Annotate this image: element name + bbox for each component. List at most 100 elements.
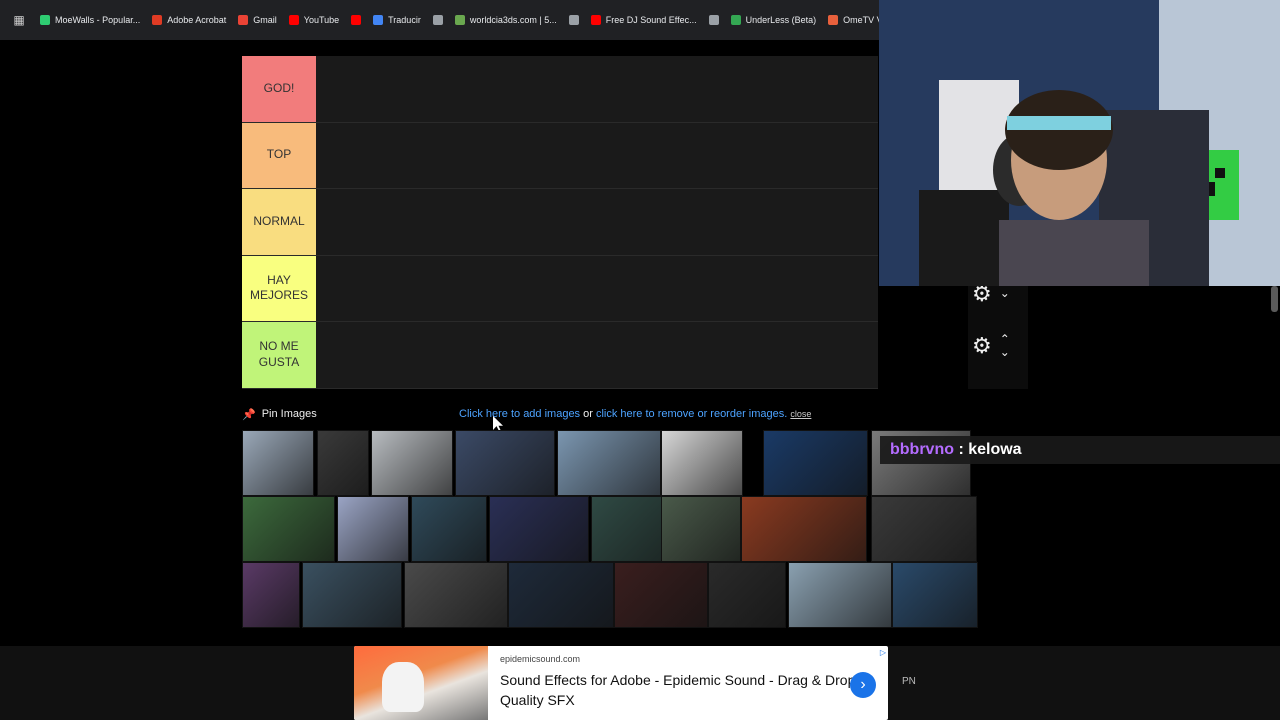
bookmark-item[interactable] xyxy=(427,8,449,32)
ad-choices-icon[interactable]: ▷ xyxy=(880,648,886,657)
plugin-thumbnail[interactable] xyxy=(708,562,786,628)
plugin-thumbnail[interactable] xyxy=(371,430,453,496)
ad-banner[interactable]: epidemicsound.com Sound Effects for Adob… xyxy=(354,646,888,720)
bookmark-label: Free DJ Sound Effec... xyxy=(605,15,697,25)
bookmark-label: MoeWalls - Popular... xyxy=(55,15,141,25)
tier-label[interactable]: TOP xyxy=(242,122,316,188)
image-pool xyxy=(242,430,980,680)
bookmark-favicon-icon xyxy=(730,15,741,25)
plugin-thumbnail[interactable] xyxy=(317,430,369,496)
plugin-thumbnail[interactable] xyxy=(661,430,743,496)
tier-label[interactable]: HAY MEJORES xyxy=(242,255,316,321)
tier-drop-zone[interactable] xyxy=(316,189,878,255)
webcam-overlay xyxy=(879,0,1280,286)
close-link[interactable]: close xyxy=(790,409,811,419)
bookmark-item[interactable]: Gmail xyxy=(232,8,283,32)
plugin-thumbnail[interactable] xyxy=(614,562,708,628)
chat-separator: : xyxy=(954,441,969,458)
plugin-thumbnail[interactable] xyxy=(508,562,614,628)
bookmark-label: Gmail xyxy=(253,15,277,25)
plugin-thumbnail[interactable] xyxy=(455,430,555,496)
tier-drop-zone[interactable] xyxy=(316,56,878,122)
add-images-link[interactable]: Click here to add images xyxy=(459,408,580,420)
bookmark-favicon-icon xyxy=(288,15,299,25)
bookmark-favicon-icon xyxy=(590,15,601,25)
bookmark-favicon-icon xyxy=(708,15,719,25)
reorder-images-link[interactable]: click here to remove or reorder images. xyxy=(596,408,787,420)
bookmark-item[interactable]: Traducir xyxy=(367,8,427,32)
ad-domain[interactable]: epidemicsound.com xyxy=(500,654,876,664)
bookmark-item[interactable] xyxy=(563,8,585,32)
plugin-thumbnail[interactable] xyxy=(741,496,867,562)
plugin-thumbnail[interactable] xyxy=(242,562,300,628)
bookmark-label: Adobe Acrobat xyxy=(167,15,227,25)
plugin-thumbnail[interactable] xyxy=(242,430,314,496)
bookmark-item[interactable]: YouTube xyxy=(283,8,345,32)
tier-drop-zone[interactable] xyxy=(316,322,878,388)
chevron-right-icon[interactable]: › xyxy=(850,672,876,698)
tier-label[interactable]: NO ME GUSTA xyxy=(242,322,316,388)
bookmark-favicon-icon xyxy=(373,15,384,25)
tier-label[interactable]: GOD! xyxy=(242,56,316,122)
tier-row-no-me-gusta: NO ME GUSTA xyxy=(242,322,878,389)
chat-username: bbbrvno xyxy=(890,441,954,458)
chevron-down-icon[interactable]: ⌄ xyxy=(1000,345,1010,359)
scrollbar-thumb[interactable] xyxy=(1271,286,1278,312)
tier-row-hay-mejores: HAY MEJORES xyxy=(242,255,878,322)
pin-images-row: 📌 Pin Images Click here to add images or… xyxy=(242,405,978,423)
bookmark-favicon-icon xyxy=(454,15,465,25)
tier-row-god: GOD! xyxy=(242,56,878,123)
image-actions: Click here to add images or click here t… xyxy=(459,408,811,420)
bookmark-item[interactable]: UnderLess (Beta) xyxy=(725,8,823,32)
plugin-thumbnail[interactable] xyxy=(661,496,741,562)
bookmark-item[interactable]: MoeWalls - Popular... xyxy=(34,8,146,32)
bookmark-favicon-icon xyxy=(40,15,50,25)
bookmark-favicon-icon xyxy=(351,15,362,25)
bookmark-favicon-icon xyxy=(568,15,579,25)
plugin-thumbnail[interactable] xyxy=(302,562,402,628)
plugin-thumbnail[interactable] xyxy=(788,562,892,628)
plugin-thumbnail[interactable] xyxy=(763,430,868,496)
bookmark-label: YouTube xyxy=(303,15,340,25)
bookmark-item[interactable] xyxy=(345,8,367,32)
gear-icon[interactable]: ⚙ xyxy=(972,333,992,359)
chevron-down-icon[interactable]: ⌄ xyxy=(1000,287,1010,300)
bookmark-label: Traducir xyxy=(388,15,421,25)
plugin-thumbnail[interactable] xyxy=(337,496,409,562)
tier-row-top: TOP xyxy=(242,122,878,189)
tier-table: GOD! TOP NORMAL HAY MEJORES NO ME GUSTA xyxy=(242,56,878,389)
bookmark-favicon-icon xyxy=(238,15,249,25)
tier-controls: ⚙ ⌄ ⚙ ⌃ ⌄ xyxy=(968,281,1028,389)
pn-label: PN xyxy=(902,676,916,687)
plugin-thumbnail[interactable] xyxy=(242,496,335,562)
bookmark-favicon-icon xyxy=(828,15,839,25)
chat-message: kelowa xyxy=(968,441,1022,458)
ad-image[interactable] xyxy=(354,646,488,720)
ad-body: epidemicsound.com Sound Effects for Adob… xyxy=(488,646,888,720)
tier-row-normal: NORMAL xyxy=(242,189,878,256)
pin-images-label: Pin Images xyxy=(261,408,317,420)
tier-drop-zone[interactable] xyxy=(316,255,878,321)
reorder-arrows: ⌄ xyxy=(1000,287,1010,300)
bookmark-item[interactable] xyxy=(703,8,725,32)
plugin-thumbnail[interactable] xyxy=(892,562,978,628)
bookmark-item[interactable]: Adobe Acrobat xyxy=(146,8,232,32)
bookmark-label: worldcia3ds.com | 5... xyxy=(469,15,557,25)
tier-drop-zone[interactable] xyxy=(316,122,878,188)
plugin-thumbnail[interactable] xyxy=(411,496,487,562)
tier-control-group: ⚙ ⌃ ⌄ xyxy=(968,332,1028,359)
ad-title[interactable]: Sound Effects for Adobe - Epidemic Sound… xyxy=(500,670,876,711)
bookmark-item[interactable]: Free DJ Sound Effec... xyxy=(585,8,703,32)
or-text: or xyxy=(583,408,593,420)
bookmark-favicon-icon xyxy=(432,15,443,25)
plugin-thumbnail[interactable] xyxy=(557,430,661,496)
plugin-thumbnail[interactable] xyxy=(489,496,589,562)
bookmark-label: UnderLess (Beta) xyxy=(745,15,817,25)
pin-icon: 📌 xyxy=(242,408,256,421)
apps-grid-icon[interactable]: ▦ xyxy=(8,9,30,31)
plugin-thumbnail[interactable] xyxy=(404,562,508,628)
pin-images-toggle[interactable]: 📌 Pin Images xyxy=(242,408,317,421)
plugin-thumbnail[interactable] xyxy=(871,496,977,562)
bookmark-item[interactable]: worldcia3ds.com | 5... xyxy=(449,8,563,32)
tier-label[interactable]: NORMAL xyxy=(242,189,316,255)
